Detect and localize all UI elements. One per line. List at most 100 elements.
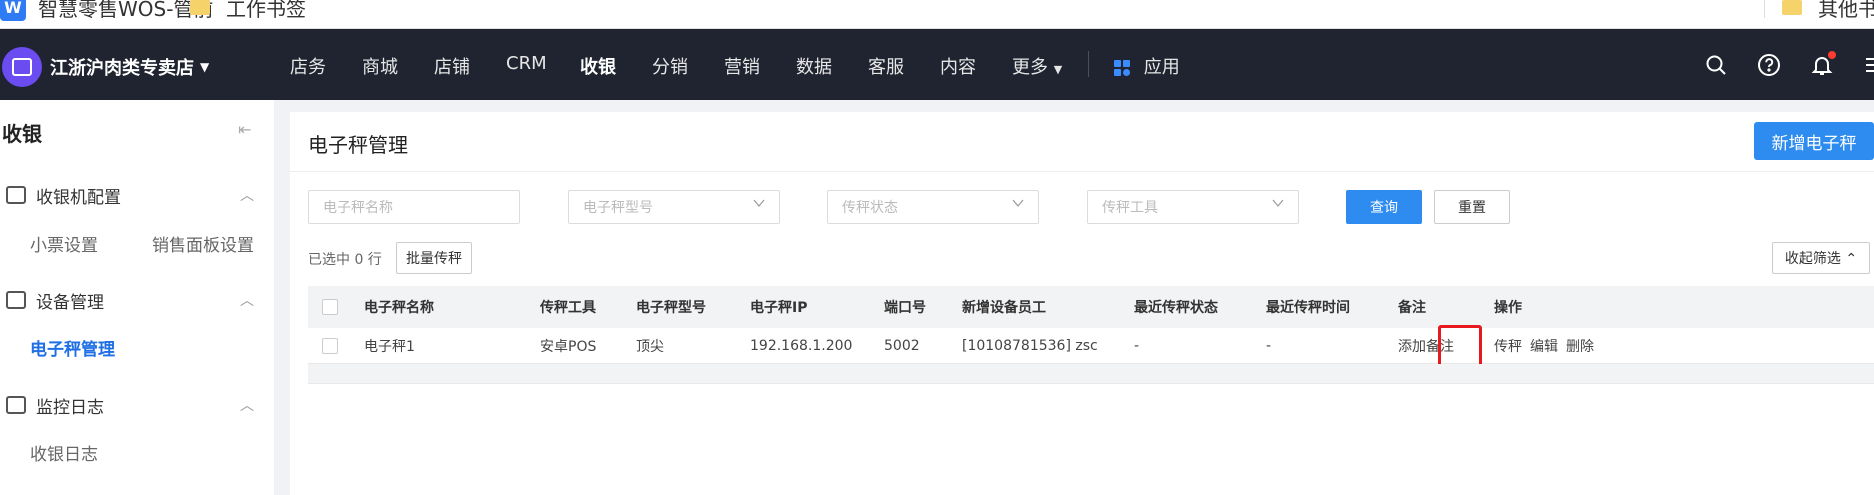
nav-item-more[interactable]: 更多 ▼ (1012, 53, 1062, 79)
bookmark-label: 其他书签 (1818, 0, 1874, 21)
sidebar-title: 收银 (2, 122, 42, 146)
chevron-down-icon (1272, 197, 1284, 209)
cell-last-time: - (1266, 337, 1272, 354)
apps-icon (1114, 60, 1130, 76)
col-header-name: 电子秤名称 (364, 300, 434, 316)
sidebar-item-sales-panel[interactable]: 销售面板设置 (152, 231, 254, 256)
scale-name-input[interactable]: 电子秤名称 (308, 190, 520, 224)
chevron-down-icon (1012, 197, 1024, 209)
bookmarks-bar: W 智慧零售WOS-管前 工作书签 其他书签 (0, 0, 1874, 29)
sidebar-group-monitor[interactable]: 监控日志 ︿ (0, 387, 274, 423)
nav-item-shouyin[interactable]: 收银 (580, 53, 616, 79)
cell-last-status: - (1134, 337, 1140, 354)
reset-button[interactable]: 重置 (1434, 190, 1510, 224)
collapse-filter-button[interactable]: 收起筛选 ⌃ (1772, 242, 1870, 274)
nav-divider (1088, 51, 1089, 77)
sidebar: 收银 ⇤ 收银机配置 ︿ 小票设置 销售面板设置 设备管理 ︿ 电子秤管理 监控… (0, 100, 274, 495)
placeholder: 传秤状态 (842, 200, 898, 216)
col-header-tool: 传秤工具 (540, 300, 596, 316)
sidebar-group-device[interactable]: 设备管理 ︿ (0, 282, 274, 318)
caret-down-icon: ▼ (200, 60, 210, 74)
collapse-sidebar-icon[interactable]: ⇤ (238, 120, 251, 139)
nav-item-kefu[interactable]: 客服 (868, 53, 904, 79)
sidebar-item-scale[interactable]: 电子秤管理 (30, 335, 115, 360)
sidebar-group-label: 收银机配置 (36, 187, 121, 208)
bookmark-folder-other[interactable]: 其他书签 (1782, 0, 1874, 22)
device-icon (6, 291, 26, 309)
nav-item-apps[interactable]: 应用 (1114, 53, 1180, 79)
row-checkbox[interactable] (322, 328, 338, 363)
cell-employee: [10108781536] zsc (962, 337, 1098, 354)
add-scale-button[interactable]: 新增电子秤 (1754, 122, 1874, 160)
col-header-last-status: 最近传秤状态 (1134, 300, 1218, 316)
table-footer (308, 364, 1874, 384)
query-button[interactable]: 查询 (1346, 190, 1422, 224)
batch-transfer-button[interactable]: 批量传秤 (396, 242, 472, 274)
page-title: 电子秤管理 (308, 133, 408, 157)
store-name: 江浙沪肉类专卖店 (50, 58, 194, 79)
table-header: 电子秤名称 传秤工具 电子秤型号 电子秤IP 端口号 新增设备员工 最近传秤状态… (308, 286, 1874, 328)
main-panel: 电子秤管理 新增电子秤 电子秤名称 电子秤型号 传秤状态 传秤工具 查询 重置 … (290, 112, 1874, 495)
chevron-down-icon (753, 197, 765, 209)
nav-item-neirong[interactable]: 内容 (940, 53, 976, 79)
folder-icon (190, 0, 210, 15)
sidebar-group-cashier-config[interactable]: 收银机配置 ︿ (0, 177, 274, 213)
scale-status-select[interactable]: 传秤状态 (827, 190, 1039, 224)
bookmark-label: 工作书签 (226, 0, 306, 21)
sidebar-group-label: 设备管理 (36, 292, 104, 313)
scale-tool-select[interactable]: 传秤工具 (1087, 190, 1299, 224)
bookmark-folder-work[interactable]: 工作书签 (190, 0, 306, 22)
store-switcher[interactable]: 江浙沪肉类专卖店 ▼ (0, 47, 209, 87)
table-row: 电子秤1 安卓POS 顶尖 192.168.1.200 5002 [101087… (308, 325, 1874, 374)
top-navigation: 江浙沪肉类专卖店 ▼ 店务 商城 店铺 CRM 收银 分销 营销 数据 客服 内… (0, 29, 1874, 100)
nav-item-shangcheng[interactable]: 商城 (362, 53, 398, 79)
select-all-checkbox[interactable] (322, 286, 338, 328)
col-header-last-time: 最近传秤时间 (1266, 300, 1350, 316)
col-header-remark: 备注 (1398, 300, 1426, 316)
placeholder: 电子秤型号 (583, 200, 653, 216)
apps-label: 应用 (1143, 57, 1180, 78)
scale-name-link[interactable]: 电子秤1 (364, 328, 415, 363)
caret-down-icon: ▼ (1053, 63, 1063, 76)
cell-tool: 安卓POS (540, 338, 597, 355)
cell-model: 顶尖 (636, 338, 664, 355)
col-header-port: 端口号 (884, 300, 926, 316)
nav-item-dianwu[interactable]: 店务 (290, 53, 326, 79)
w-logo-icon: W (0, 0, 26, 21)
col-header-ip: 电子秤IP (750, 300, 808, 316)
col-header-actions: 操作 (1494, 300, 1522, 316)
sidebar-group-label: 监控日志 (36, 397, 104, 418)
monitor-icon (6, 396, 26, 414)
search-icon[interactable] (1704, 53, 1728, 77)
nav-item-yingxiao[interactable]: 营销 (724, 53, 760, 79)
cashier-config-icon (6, 186, 26, 204)
sidebar-item-cashier-log[interactable]: 收银日志 (30, 440, 98, 465)
cell-ip: 192.168.1.200 (750, 337, 853, 354)
nav-item-dianpu[interactable]: 店铺 (434, 53, 470, 79)
edit-link[interactable]: 编辑 (1530, 328, 1558, 363)
delete-link[interactable]: 删除 (1566, 328, 1594, 363)
chevron-up-icon: ︿ (240, 293, 254, 309)
bookmark-label: 智慧零售WOS-管前 (38, 0, 214, 21)
bookmark-wos[interactable]: W 智慧零售WOS-管前 (0, 0, 213, 22)
nav-item-crm[interactable]: CRM (506, 53, 547, 74)
notification-dot (1828, 51, 1836, 59)
col-header-model: 电子秤型号 (636, 300, 706, 316)
main-header: 电子秤管理 新增电子秤 (290, 112, 1874, 172)
chevron-up-icon: ︿ (240, 188, 254, 204)
scale-model-select[interactable]: 电子秤型号 (568, 190, 780, 224)
chevron-up-icon: ︿ (240, 398, 254, 414)
sidebar-item-receipt[interactable]: 小票设置 (30, 231, 98, 256)
store-logo-icon (2, 47, 42, 87)
cell-port: 5002 (884, 337, 920, 354)
bell-icon[interactable] (1810, 51, 1836, 77)
placeholder: 电子秤名称 (323, 200, 393, 216)
help-icon[interactable] (1757, 53, 1781, 77)
folder-icon (1782, 0, 1802, 15)
nav-item-shuju[interactable]: 数据 (796, 53, 832, 79)
menu-icon[interactable] (1862, 53, 1874, 77)
bookmark-divider (1764, 0, 1765, 18)
placeholder: 传秤工具 (1102, 200, 1158, 216)
nav-item-fenxiao[interactable]: 分销 (652, 53, 688, 79)
transfer-link[interactable]: 传秤 (1494, 328, 1522, 363)
